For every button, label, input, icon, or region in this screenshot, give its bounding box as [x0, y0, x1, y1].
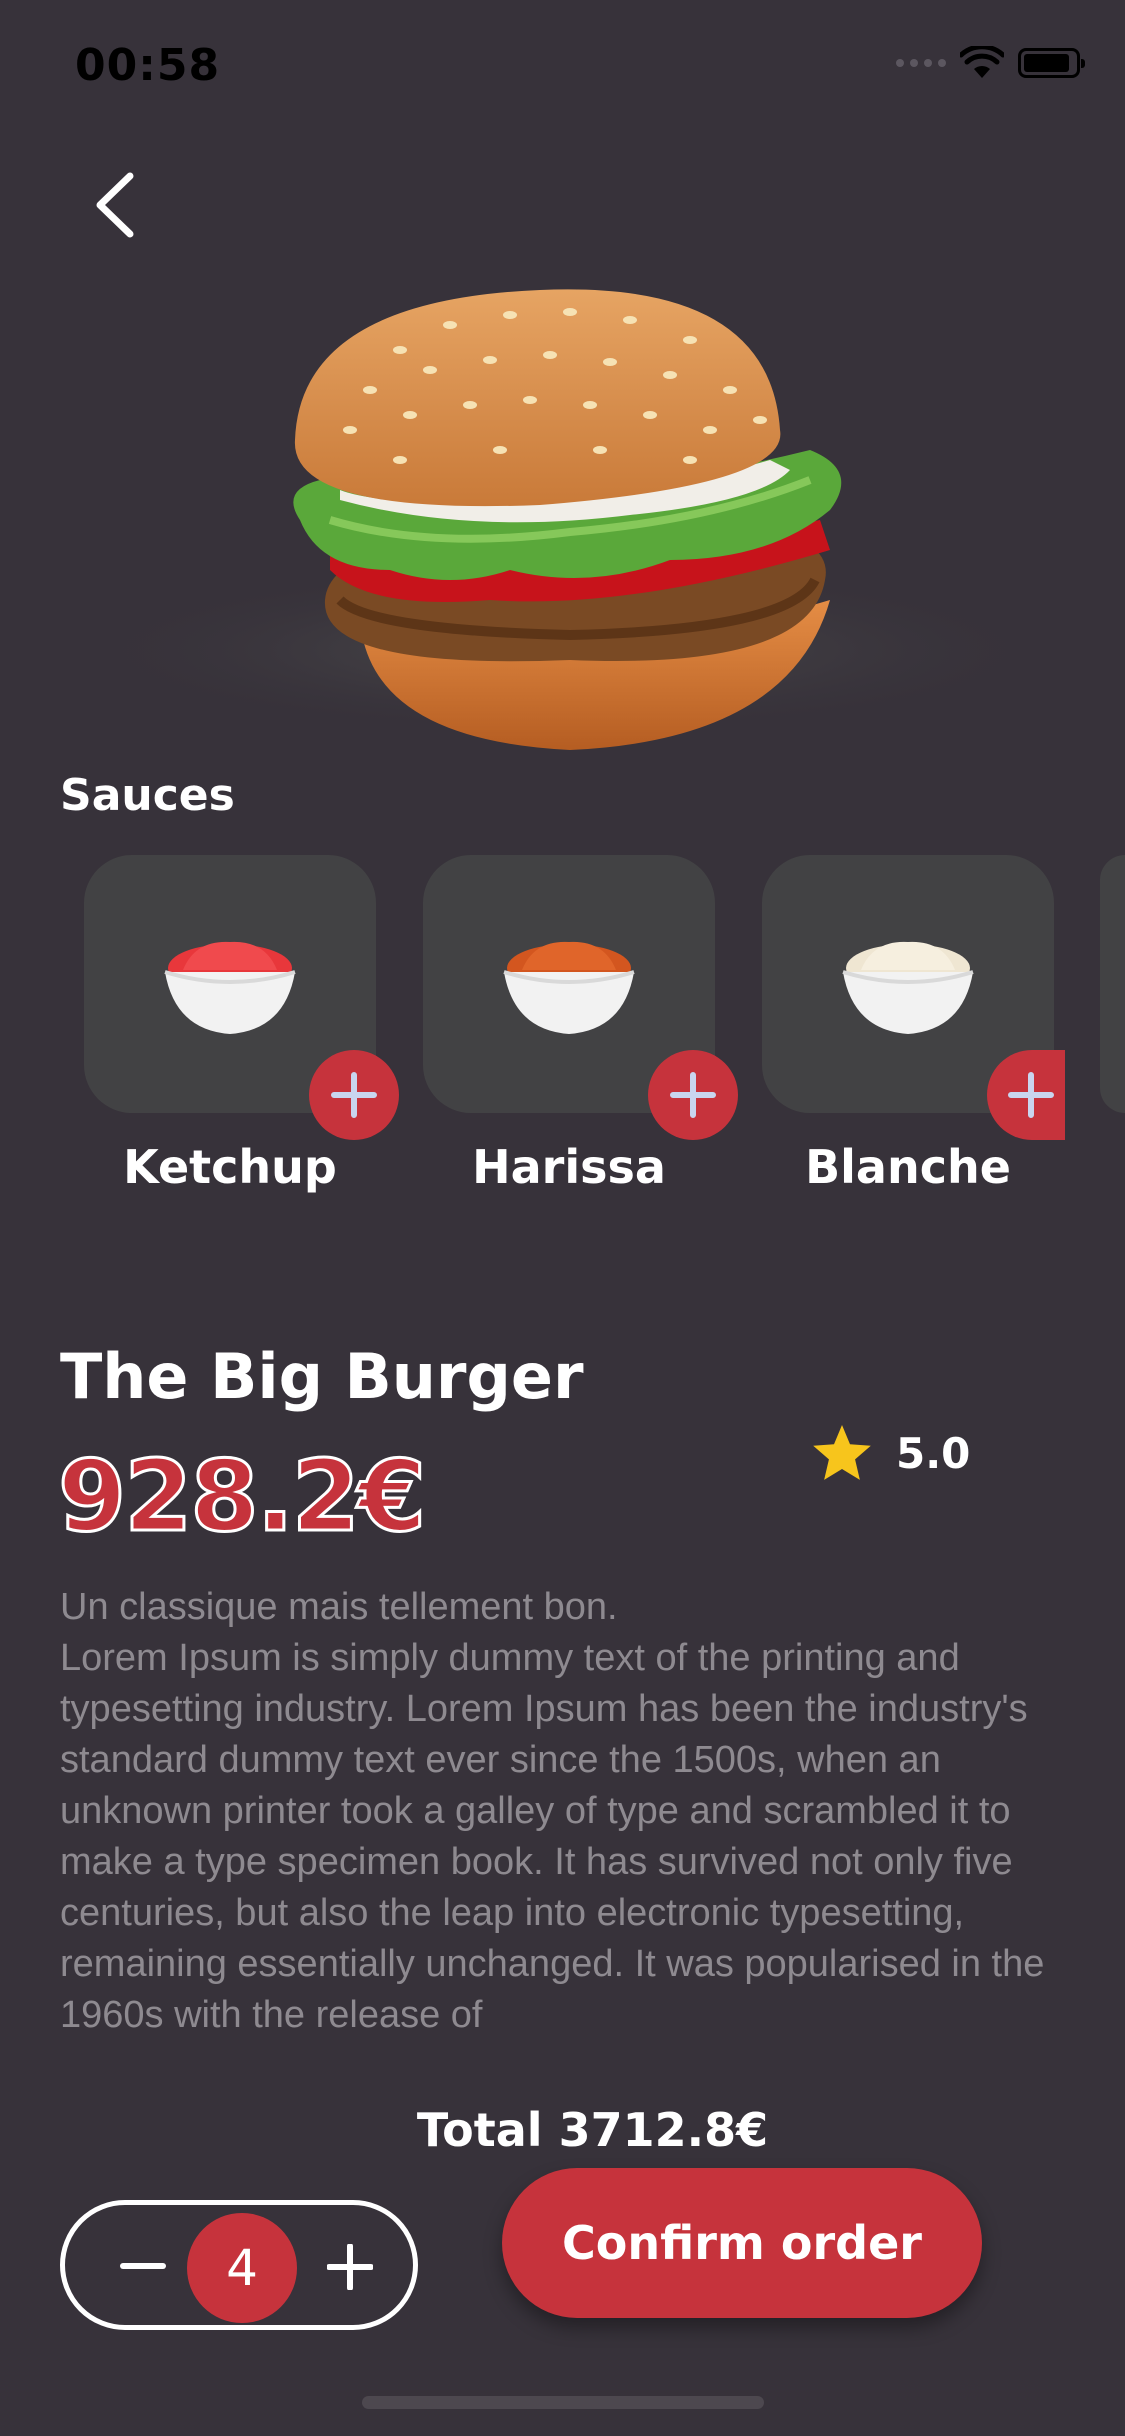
sauce-name-ketchup: Ketchup	[123, 1140, 337, 1194]
quantity-stepper: 4	[60, 2200, 418, 2330]
chevron-left-icon	[96, 172, 134, 238]
blanche-bowl-image	[842, 941, 974, 1034]
rating-value: 5.0	[896, 1428, 971, 1478]
add-ketchup-button[interactable]	[309, 1050, 399, 1140]
order-total: Total 3712.8€	[0, 2103, 1125, 2157]
status-time: 00:58	[75, 40, 221, 91]
star-icon	[813, 1425, 871, 1480]
product-description: Un classique mais tellement bon. Lorem I…	[60, 1582, 1070, 2082]
harissa-bowl-image	[503, 941, 635, 1034]
quantity-value: 4	[187, 2213, 297, 2323]
product-rating: 5.0	[810, 1422, 970, 1484]
sauces-section-title: Sauces	[60, 770, 235, 821]
battery-icon	[1018, 48, 1085, 78]
product-title: The Big Burger	[60, 1340, 584, 1413]
burger-image	[70, 289, 1060, 750]
description-text: Un classique mais tellement bon. Lorem I…	[60, 1586, 1045, 2036]
signal-dots-icon	[896, 59, 946, 67]
minus-icon	[120, 2263, 166, 2269]
sauce-name-blanche: Blanche	[805, 1140, 1011, 1194]
plus-icon	[670, 1072, 716, 1118]
add-harissa-button[interactable]	[648, 1050, 738, 1140]
status-icons	[896, 46, 1085, 80]
increase-quantity-button[interactable]	[310, 2227, 390, 2307]
home-indicator	[362, 2396, 764, 2409]
decrease-quantity-button[interactable]	[103, 2227, 183, 2307]
wifi-icon	[960, 46, 1004, 78]
add-blanche-button[interactable]	[987, 1050, 1065, 1140]
sauce-name-harissa: Harissa	[472, 1140, 666, 1194]
product-price: 928.2€	[56, 1439, 427, 1556]
sauce-card-next[interactable]	[1100, 855, 1125, 1113]
order-total-text: Total 3712.8€	[416, 2103, 769, 2157]
plus-icon	[331, 1072, 377, 1118]
back-button[interactable]	[80, 160, 150, 250]
confirm-order-button[interactable]: Confirm order	[502, 2168, 982, 2318]
plus-icon	[327, 2244, 373, 2290]
ketchup-bowl-image	[164, 941, 296, 1034]
plus-icon	[1008, 1072, 1054, 1118]
